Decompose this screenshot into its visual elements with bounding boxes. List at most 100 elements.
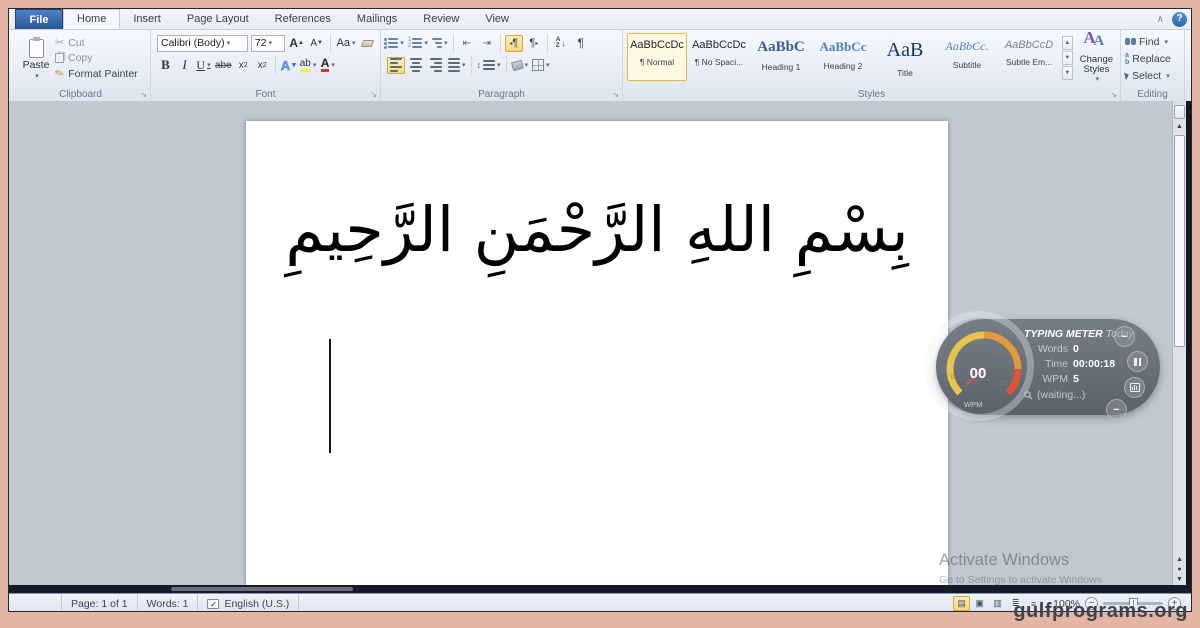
print-layout-view-button[interactable]: ▤: [953, 596, 970, 611]
superscript-button[interactable]: x2: [254, 57, 271, 74]
scroll-up-arrow[interactable]: ▲: [1173, 123, 1186, 130]
typing-meter-widget[interactable]: 0 40 80 120 00 WPM TYPING METER Today Wo…: [936, 319, 1160, 415]
tab-references[interactable]: References: [262, 9, 344, 29]
gauge-value: 00: [970, 365, 987, 382]
meter-stats-button[interactable]: [1124, 377, 1145, 398]
minimize-ribbon-icon[interactable]: ∧: [1157, 14, 1164, 25]
align-center-button[interactable]: [407, 57, 425, 74]
fullscreen-reading-view-button[interactable]: ▣: [971, 596, 988, 611]
meter-hide-button[interactable]: −: [1106, 399, 1127, 420]
clear-formatting-button[interactable]: [359, 35, 376, 52]
strikethrough-button[interactable]: abe: [214, 57, 233, 74]
align-right-button[interactable]: [427, 57, 445, 74]
previous-page-button[interactable]: ▲: [1176, 556, 1183, 563]
format-painter-button[interactable]: ✎ Format Painter: [55, 67, 138, 80]
tab-file[interactable]: File: [15, 9, 63, 29]
paste-button[interactable]: Paste: [17, 34, 55, 85]
borders-button[interactable]: [531, 57, 551, 74]
bullets-button[interactable]: [387, 35, 405, 52]
bold-button[interactable]: B: [157, 57, 174, 74]
rtl-icon: ¶▸: [529, 37, 538, 49]
document-text-bismillah[interactable]: بِسْمِ اللهِ الرَّحْمَنِ الرَّحِيمِ: [246, 183, 948, 276]
scrollbar-thumb[interactable]: [1174, 135, 1185, 347]
underline-button[interactable]: U: [195, 57, 212, 74]
ruler-toggle-button[interactable]: [1174, 105, 1185, 119]
clipboard-dialog-launcher[interactable]: ↘: [140, 90, 147, 99]
style-heading-2[interactable]: AaBbCc Heading 2: [813, 33, 873, 81]
rtl-text-direction-button[interactable]: ¶▸: [525, 35, 543, 52]
change-styles-button[interactable]: A A Change Styles: [1075, 33, 1118, 85]
numbering-button[interactable]: 12: [407, 35, 429, 52]
find-button[interactable]: Find: [1125, 34, 1182, 49]
find-icon: [1125, 38, 1136, 45]
multilevel-icon: [432, 38, 442, 48]
vertical-scrollbar[interactable]: ▲ ▲ ● ▼: [1172, 101, 1186, 585]
typing-meter-stats: TYPING METER Today Words 0 Time 00:00:18…: [1024, 328, 1128, 401]
style-subtle-emphasis[interactable]: AaBbCcD Subtle Em...: [999, 33, 1059, 81]
tab-mailings[interactable]: Mailings: [344, 9, 410, 29]
proofing-status[interactable]: ✓ English (U.S.): [197, 594, 299, 612]
svg-text:120: 120: [996, 380, 1008, 387]
change-case-button[interactable]: Aa: [336, 35, 356, 52]
word-window: File Home Insert Page Layout References …: [8, 8, 1192, 612]
font-color-button[interactable]: A: [319, 57, 336, 74]
style-normal[interactable]: AaBbCcDc ¶ Normal: [627, 33, 687, 81]
decrease-indent-button[interactable]: ⇤: [458, 35, 476, 52]
style-title[interactable]: AaB Title: [875, 33, 935, 81]
styles-scroll-up[interactable]: ▲: [1062, 36, 1073, 50]
help-icon[interactable]: ?: [1172, 12, 1187, 27]
shrink-font-button[interactable]: A▼: [308, 35, 325, 52]
font-name-combo[interactable]: Calibri (Body): [157, 35, 248, 52]
line-spacing-icon: ↕: [477, 60, 496, 70]
font-group-label: Font: [151, 89, 380, 100]
activate-windows-subtext: Go to Settings to activate Windows: [939, 574, 1102, 585]
magnifier-icon: [1024, 391, 1033, 400]
font-size-combo[interactable]: 72: [251, 35, 285, 52]
increase-indent-button[interactable]: ⇥: [478, 35, 496, 52]
line-spacing-button[interactable]: ↕: [476, 57, 502, 74]
tabbar-right-controls: ∧ ?: [1157, 9, 1187, 30]
align-left-button[interactable]: [387, 57, 405, 74]
time-row: Time 00:00:18: [1024, 358, 1128, 370]
next-page-button[interactable]: ▼: [1176, 576, 1183, 583]
ltr-text-direction-button[interactable]: ◂¶: [505, 35, 523, 52]
justify-button[interactable]: [447, 57, 467, 74]
cut-button[interactable]: ✂ Cut: [55, 36, 138, 49]
styles-more-button[interactable]: ▼: [1062, 66, 1073, 80]
shading-button[interactable]: [511, 57, 530, 74]
show-hide-pilcrow-button[interactable]: ¶: [572, 35, 590, 52]
paragraph-dialog-launcher[interactable]: ↘: [612, 90, 619, 99]
tab-home[interactable]: Home: [63, 9, 120, 29]
italic-button[interactable]: I: [176, 57, 193, 74]
borders-icon: [532, 59, 544, 71]
tab-view[interactable]: View: [472, 9, 522, 29]
subscript-button[interactable]: x2: [235, 57, 252, 74]
ribbon-tab-bar: File Home Insert Page Layout References …: [9, 9, 1191, 30]
horizontal-scrollbar-thumb[interactable]: [171, 587, 353, 591]
multilevel-list-button[interactable]: [431, 35, 449, 52]
styles-scroll-down[interactable]: ▼: [1062, 51, 1073, 65]
meter-pause-button[interactable]: [1127, 351, 1148, 372]
highlight-color-button[interactable]: ab: [299, 57, 318, 74]
page-count-indicator[interactable]: Page: 1 of 1: [61, 594, 138, 612]
replace-button[interactable]: ab Replace: [1125, 51, 1182, 66]
text-effects-button[interactable]: A: [280, 57, 297, 74]
word-count-indicator[interactable]: Words: 1: [137, 594, 199, 612]
styles-dialog-launcher[interactable]: ↘: [1110, 90, 1117, 99]
document-page[interactable]: بِسْمِ اللهِ الرَّحْمَنِ الرَّحِيمِ: [246, 121, 948, 585]
style-heading-1[interactable]: AaBbC Heading 1: [751, 33, 811, 81]
tab-insert[interactable]: Insert: [120, 9, 174, 29]
web-layout-view-button[interactable]: ▥: [989, 596, 1006, 611]
select-button[interactable]: Select: [1125, 68, 1182, 83]
grow-font-button[interactable]: A▲: [288, 35, 305, 52]
style-subtitle[interactable]: AaBbCc. Subtitle: [937, 33, 997, 81]
meter-minimize-button[interactable]: −: [1114, 326, 1135, 347]
select-icon: [1124, 71, 1130, 80]
tab-page-layout[interactable]: Page Layout: [174, 9, 262, 29]
sort-button[interactable]: AZ ↓: [552, 35, 570, 52]
font-dialog-launcher[interactable]: ↘: [370, 90, 377, 99]
tab-review[interactable]: Review: [410, 9, 472, 29]
copy-button[interactable]: Copy: [55, 52, 138, 64]
select-browse-object-button[interactable]: ●: [1177, 566, 1181, 573]
style-no-spacing[interactable]: AaBbCcDc ¶ No Spaci...: [689, 33, 749, 81]
